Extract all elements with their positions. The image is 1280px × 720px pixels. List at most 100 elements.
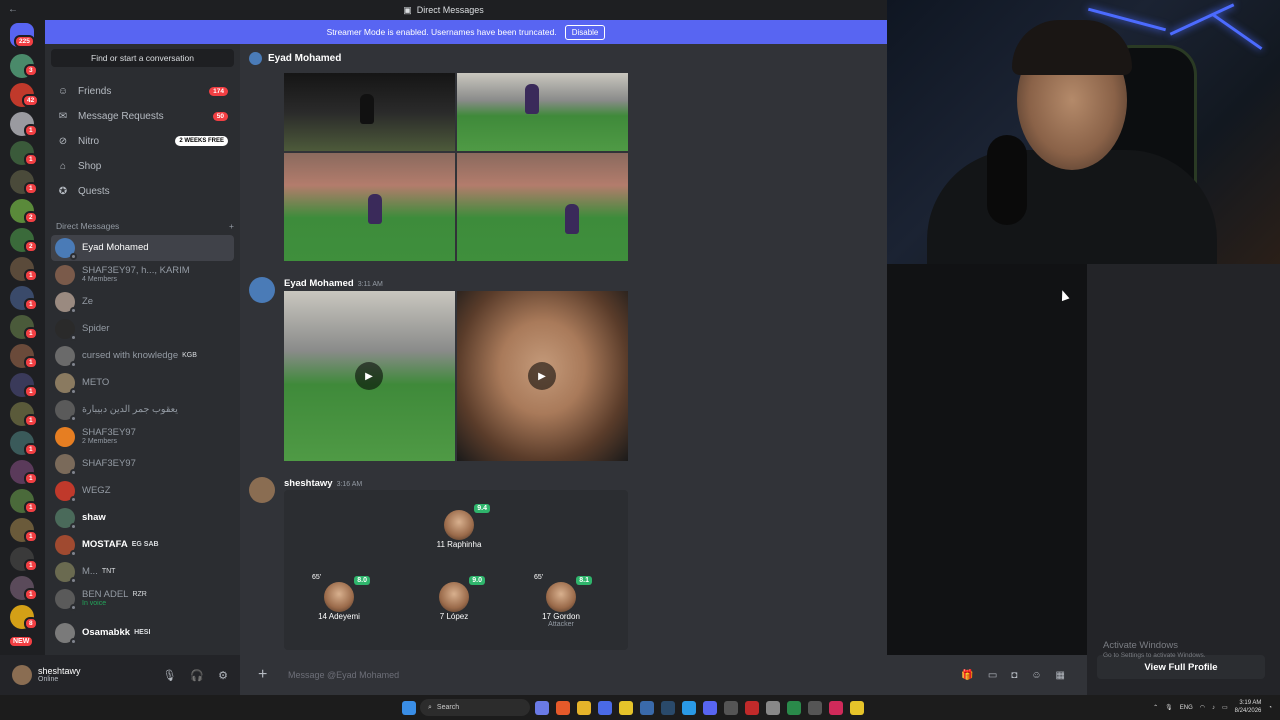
microphone-icon[interactable]: 🎙 — [162, 669, 176, 682]
add-attachment-icon[interactable]: + — [258, 666, 278, 684]
disable-button[interactable]: Disable — [564, 24, 606, 40]
window-title: Direct Messages — [416, 5, 484, 15]
wifi-icon[interactable]: ◠ — [1200, 704, 1205, 711]
clock-date: 8/24/2026 — [1234, 707, 1262, 714]
player-figure — [368, 194, 382, 224]
nav-shop[interactable]: ⌂ Shop — [51, 155, 234, 177]
server-badge: 8 — [24, 617, 38, 630]
store-icon[interactable] — [598, 700, 612, 715]
nav-message-requests[interactable]: ✉ Message Requests 50 — [51, 105, 234, 127]
system-tray: ⌃ 🎙 ENG ◠ ♪ ▭ 3:19 AM 8/24/2026 ◔ — [1153, 700, 1272, 714]
chevron-up-icon[interactable]: ⌃ — [1153, 704, 1158, 711]
avatar[interactable] — [12, 665, 32, 685]
dm-item[interactable]: Ze — [51, 289, 234, 315]
banner-text: Streamer Mode is enabled. Usernames have… — [326, 27, 557, 37]
image-attachment[interactable] — [457, 73, 628, 151]
dm-item[interactable]: Osamabkk HESI — [51, 620, 234, 646]
headphones-icon[interactable]: 🎧 — [190, 669, 204, 682]
mic-tray-icon[interactable]: 🎙 — [1165, 704, 1173, 711]
server-badge: 1 — [24, 414, 38, 427]
app-icon[interactable] — [766, 700, 780, 715]
sticker-icon[interactable]: ◘ — [1011, 670, 1017, 681]
avatar — [55, 562, 77, 584]
back-arrow-icon[interactable]: ← — [8, 4, 18, 15]
message-author[interactable]: Eyad Mohamed 3:11 AM — [284, 278, 383, 289]
server-badge: 42 — [22, 94, 40, 107]
dm-name: يعقوب جمر الدين دبيبارة — [82, 403, 178, 415]
emoji-icon[interactable]: ☺ — [1031, 670, 1041, 681]
server-badge: 1 — [24, 153, 38, 166]
dm-name: Ze — [82, 295, 94, 307]
dm-name: SHAF3EY97 — [82, 457, 136, 469]
dm-item[interactable]: WEGZ — [51, 478, 234, 504]
steam-icon[interactable] — [661, 700, 675, 715]
gif-icon[interactable]: ▭ — [988, 670, 997, 681]
battery-icon[interactable]: ▭ — [1222, 704, 1228, 711]
play-icon[interactable]: ▶ — [355, 362, 383, 390]
friends-icon: ☺ — [57, 85, 69, 97]
dm-item[interactable]: Eyad Mohamed — [51, 235, 234, 261]
play-icon[interactable]: ▶ — [528, 362, 556, 390]
chrome-icon[interactable] — [850, 700, 864, 715]
dm-item[interactable]: BEN ADEL RZR In voice — [51, 586, 234, 612]
lineup-card[interactable]: 9.4 11 Raphinha 65' 8.0 14 Adeyemi 9.0 7 … — [284, 490, 628, 650]
nav-friends[interactable]: ☺ Friends 174 — [51, 80, 234, 102]
dm-item[interactable]: يعقوب جمر الدين دبيبارة — [51, 397, 234, 423]
avatar[interactable] — [249, 277, 275, 303]
gift-icon[interactable]: 🎁 — [961, 670, 973, 681]
taskbar-search[interactable]: ⌕ Search — [420, 699, 530, 716]
dm-sub: 2 Members — [82, 438, 118, 446]
player-avatar: 9.4 — [444, 504, 490, 540]
dm-item[interactable]: SHAF3EY97 2 Members — [51, 424, 234, 450]
dm-tag: RZR — [132, 591, 147, 599]
dm-item[interactable]: cursed with knowledge KGB — [51, 343, 234, 369]
app-icon[interactable] — [724, 700, 738, 715]
brave-icon[interactable] — [556, 700, 570, 715]
copilot-icon[interactable] — [535, 700, 549, 715]
server-badge: 1 — [24, 269, 38, 282]
app-icon[interactable] — [745, 700, 759, 715]
dm-item[interactable]: SHAF3EY97, h..., KARIM 4 Members — [51, 262, 234, 288]
dm-sidebar: Find or start a conversation ☺ Friends 1… — [45, 44, 240, 655]
app-icon[interactable] — [808, 700, 822, 715]
dm-item[interactable]: MOSTAFA EG SAB — [51, 532, 234, 558]
dm-item[interactable]: SHAF3EY97 — [51, 451, 234, 477]
server-badge: 2 — [24, 240, 38, 253]
language-indicator[interactable]: ENG — [1180, 705, 1193, 711]
app-icon[interactable] — [640, 700, 654, 715]
app-icon[interactable] — [787, 700, 801, 715]
dm-item[interactable]: shaw — [51, 505, 234, 531]
clock[interactable]: 3:19 AM 8/24/2026 — [1235, 700, 1262, 714]
tiktok-icon[interactable] — [829, 700, 843, 715]
nav-quests[interactable]: ✪ Quests — [51, 180, 234, 202]
create-dm-button[interactable]: + — [229, 221, 234, 231]
edge-icon[interactable] — [682, 700, 696, 715]
settings-icon[interactable]: ⚙ — [218, 669, 228, 682]
lineup-player: 9.0 7 López — [409, 576, 499, 621]
find-conversation-input[interactable]: Find or start a conversation — [51, 49, 234, 67]
image-attachment[interactable] — [457, 153, 628, 261]
app-icon[interactable] — [619, 700, 633, 715]
discord-icon[interactable] — [703, 700, 717, 715]
message-input[interactable]: Message @Eyad Mohamed — [288, 670, 399, 680]
dm-item[interactable]: METO — [51, 370, 234, 396]
server-badge: 1 — [24, 327, 38, 340]
nitro-icon: ⊘ — [58, 135, 68, 147]
chat-header: Eyad Mohamed — [240, 44, 887, 72]
user-panel: sheshtawy Online 🎙 🎧 ⚙ — [0, 655, 240, 695]
dm-item[interactable]: Spider — [51, 316, 234, 342]
apps-icon[interactable]: ▦ — [1056, 670, 1065, 681]
message-author[interactable]: sheshtawy 3:16 AM — [284, 478, 362, 489]
dm-name: Spider — [82, 322, 110, 334]
notification-icon[interactable]: ◔ — [1268, 705, 1272, 711]
dm-name: SHAF3EY97 — [82, 426, 136, 438]
nav-nitro[interactable]: ⊘ Nitro 2 WEEKS FREE — [51, 130, 234, 152]
new-badge[interactable]: NEW — [8, 635, 35, 648]
streamer-mode-banner: Streamer Mode is enabled. Usernames have… — [45, 20, 887, 44]
folder-icon[interactable] — [577, 700, 591, 715]
dm-name: Eyad Mohamed — [82, 241, 149, 253]
dm-item[interactable]: M... TNT — [51, 559, 234, 585]
avatar[interactable] — [249, 477, 275, 503]
volume-icon[interactable]: ♪ — [1212, 705, 1215, 711]
windows-start-icon[interactable] — [402, 700, 416, 715]
